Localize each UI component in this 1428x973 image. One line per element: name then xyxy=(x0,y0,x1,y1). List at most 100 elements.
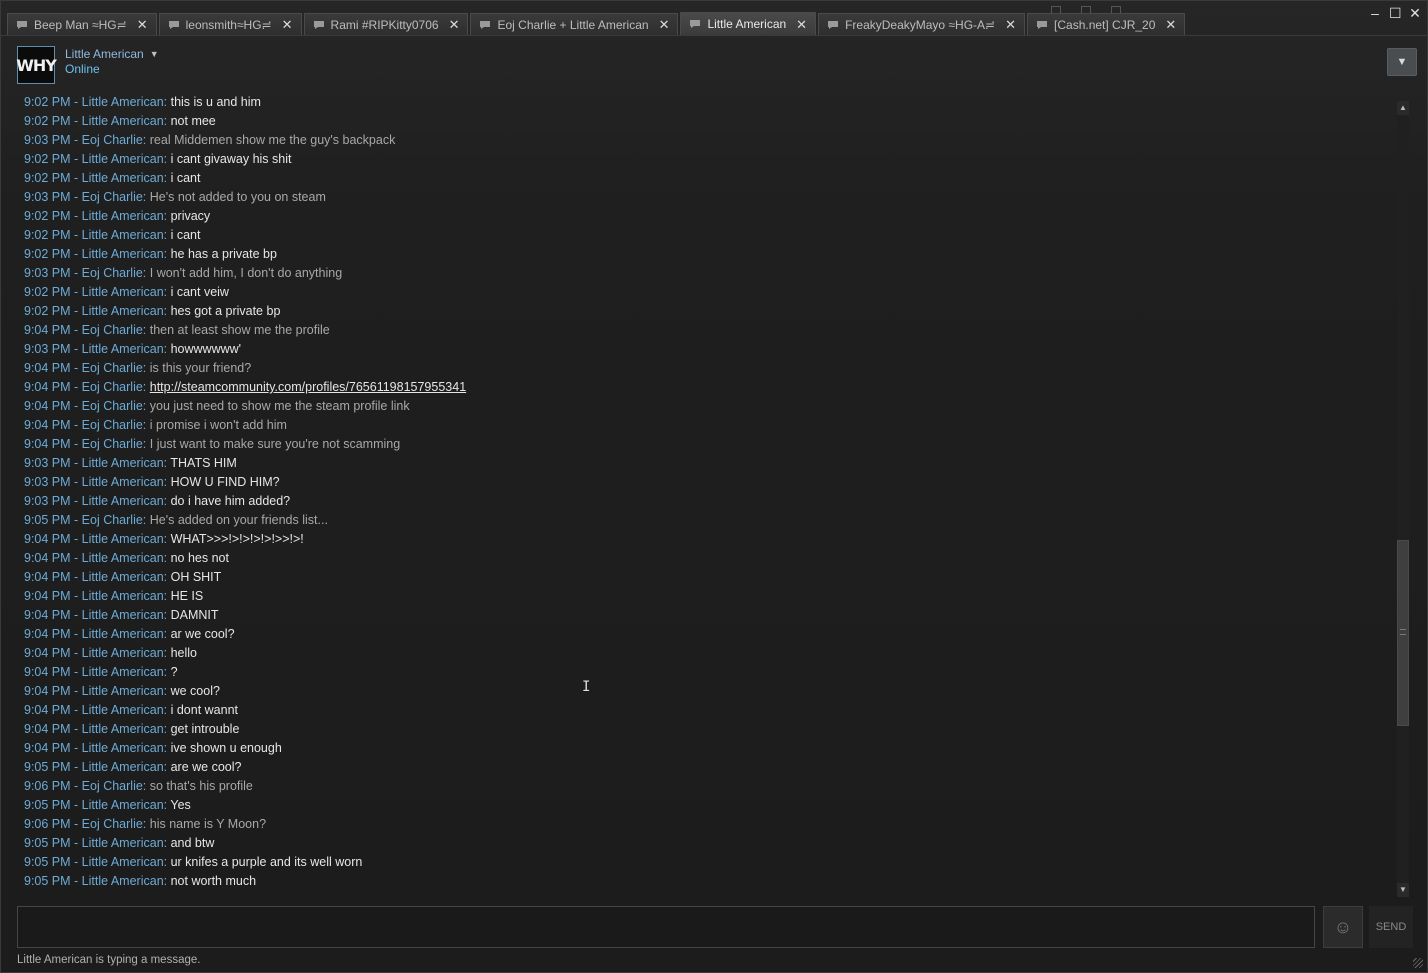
message-text: privacy xyxy=(170,209,211,223)
chat-message: 9:03 PM - Little American: THATS HIM xyxy=(17,454,1395,473)
minimize-button[interactable]: – xyxy=(1369,5,1381,22)
window-controls: – ☐ ✕ xyxy=(1369,5,1421,22)
maximize-button[interactable]: ☐ xyxy=(1389,5,1402,22)
close-tab-icon[interactable]: ✕ xyxy=(1165,18,1176,31)
chat-message: 9:03 PM - Little American: HOW U FIND HI… xyxy=(17,473,1395,492)
resize-grip-icon[interactable] xyxy=(1413,958,1423,968)
chat-message: 9:04 PM - Eoj Charlie: you just need to … xyxy=(17,397,1395,416)
chat-message: 9:04 PM - Little American: i dont wannt xyxy=(17,701,1395,720)
chat-tab[interactable]: Eoj Charlie + Little American ✕ xyxy=(470,13,679,35)
chat-log[interactable]: 9:02 PM - Little American: this is u and… xyxy=(17,93,1395,899)
chat-message: 9:03 PM - Eoj Charlie: I won't add him, … xyxy=(17,264,1395,283)
close-tab-icon[interactable]: ✕ xyxy=(659,18,670,31)
message-meta: 9:04 PM - Little American: xyxy=(24,665,171,679)
chat-message: 9:02 PM - Little American: privacy xyxy=(17,207,1395,226)
chat-tab-label: Little American xyxy=(707,17,787,31)
chat-tab[interactable]: Rami #RIPKitty0706 ✕ xyxy=(303,13,469,35)
message-text: his name is Y Moon? xyxy=(149,817,267,831)
message-meta: 9:04 PM - Eoj Charlie: xyxy=(24,380,150,394)
chat-message: 9:04 PM - Little American: ive shown u e… xyxy=(17,739,1395,758)
chat-message: 9:04 PM - Little American: no hes not xyxy=(17,549,1395,568)
chat-message: 9:04 PM - Eoj Charlie: i promise i won't… xyxy=(17,416,1395,435)
message-meta: 9:04 PM - Little American: xyxy=(24,608,171,622)
chat-tab-label: [Cash.net] CJR_20 xyxy=(1054,17,1156,32)
scroll-down-arrow-icon[interactable]: ▼ xyxy=(1397,883,1409,897)
chat-tab-label: leonsmith≈HG≓ xyxy=(185,17,272,32)
message-meta: 9:05 PM - Little American: xyxy=(24,836,171,850)
chat-message: 9:03 PM - Little American: do i have him… xyxy=(17,492,1395,511)
message-text: i cant xyxy=(170,171,201,185)
message-text: not worth much xyxy=(170,874,257,888)
chat-message: 9:04 PM - Little American: hello xyxy=(17,644,1395,663)
chat-message: 9:02 PM - Little American: this is u and… xyxy=(17,93,1395,112)
message-text: we cool? xyxy=(170,684,220,698)
close-tab-icon[interactable]: ✕ xyxy=(796,18,807,31)
message-text: i promise i won't add him xyxy=(149,418,287,432)
chat-message: 9:05 PM - Little American: ur knifes a p… xyxy=(17,853,1395,872)
chat-tab[interactable]: Beep Man ≈HG≓ ✕ xyxy=(7,13,157,35)
message-meta: 9:02 PM - Little American: xyxy=(24,209,171,223)
message-meta: 9:05 PM - Little American: xyxy=(24,855,171,869)
smiley-icon: ☺ xyxy=(1333,916,1353,937)
close-tab-icon[interactable]: ✕ xyxy=(137,18,148,31)
message-text: do i have him added? xyxy=(170,494,291,508)
chat-tab[interactable]: [Cash.net] CJR_20 ✕ xyxy=(1027,13,1186,35)
chat-scrollbar[interactable]: ▲ ▼ xyxy=(1397,101,1409,897)
chat-message: 9:04 PM - Eoj Charlie: is this your frie… xyxy=(17,359,1395,378)
message-input[interactable] xyxy=(17,906,1315,948)
message-text: not mee xyxy=(170,114,216,128)
message-meta: 9:03 PM - Little American: xyxy=(24,342,171,356)
message-text: get introuble xyxy=(170,722,240,736)
username-dropdown[interactable]: Little American ▼ xyxy=(65,47,159,61)
message-meta: 9:06 PM - Eoj Charlie: xyxy=(24,817,150,831)
chat-bubble-icon xyxy=(16,20,28,30)
close-tab-icon[interactable]: ✕ xyxy=(282,18,293,31)
chat-message: 9:04 PM - Eoj Charlie: I just want to ma… xyxy=(17,435,1395,454)
message-text: ? xyxy=(170,665,178,679)
message-meta: 9:05 PM - Eoj Charlie: xyxy=(24,513,150,527)
chat-message: 9:05 PM - Little American: are we cool? xyxy=(17,758,1395,777)
options-menu-button[interactable]: ▼ xyxy=(1387,48,1417,76)
chat-tab[interactable]: FreakyDeakyMayo ≈HG-A≓ ✕ xyxy=(818,13,1026,35)
message-meta: 9:03 PM - Eoj Charlie: xyxy=(24,133,150,147)
chat-message: 9:04 PM - Little American: OH SHIT xyxy=(17,568,1395,587)
emoticon-button[interactable]: ☺ xyxy=(1323,906,1363,948)
chat-tab-label: Eoj Charlie + Little American xyxy=(497,17,649,32)
chat-bubble-icon xyxy=(168,20,180,30)
close-tab-icon[interactable]: ✕ xyxy=(1005,18,1016,31)
chat-tab-label: Rami #RIPKitty0706 xyxy=(330,17,439,32)
scrollbar-thumb[interactable] xyxy=(1397,539,1409,726)
message-meta: 9:03 PM - Little American: xyxy=(24,475,171,489)
chat-message: 9:02 PM - Little American: he has a priv… xyxy=(17,245,1395,264)
user-info: Little American ▼ Online xyxy=(65,47,159,76)
avatar[interactable]: WHY xyxy=(16,46,57,84)
message-text: ive shown u enough xyxy=(170,741,282,755)
chat-message: 9:04 PM - Eoj Charlie: http://steamcommu… xyxy=(17,378,1395,397)
message-text: this is u and him xyxy=(170,95,261,109)
message-meta: 9:02 PM - Little American: xyxy=(24,285,171,299)
chat-message: 9:04 PM - Eoj Charlie: then at least sho… xyxy=(17,321,1395,340)
message-text: no hes not xyxy=(170,551,229,565)
chat-tab[interactable]: Little American ✕ xyxy=(680,12,817,35)
message-meta: 9:02 PM - Little American: xyxy=(24,95,171,109)
chat-message: 9:04 PM - Little American: WHAT>>>!>!>!>… xyxy=(17,530,1395,549)
chat-message: 9:06 PM - Eoj Charlie: so that's his pro… xyxy=(17,777,1395,796)
chat-message: 9:03 PM - Little American: howwwwww' xyxy=(17,340,1395,359)
message-meta: 9:04 PM - Little American: xyxy=(24,532,171,546)
chat-tab[interactable]: leonsmith≈HG≓ ✕ xyxy=(158,13,302,35)
close-tab-icon[interactable]: ✕ xyxy=(449,18,460,31)
chat-message: 9:04 PM - Little American: ar we cool? xyxy=(17,625,1395,644)
close-window-button[interactable]: ✕ xyxy=(1409,5,1421,22)
caret-down-icon: ▼ xyxy=(149,49,159,59)
message-text: HOW U FIND HIM? xyxy=(170,475,280,489)
send-button[interactable]: SEND xyxy=(1369,906,1413,948)
message-meta: 9:06 PM - Eoj Charlie: xyxy=(24,779,150,793)
scroll-up-arrow-icon[interactable]: ▲ xyxy=(1397,101,1409,115)
message-meta: 9:04 PM - Little American: xyxy=(24,741,171,755)
message-text: Yes xyxy=(170,798,191,812)
message-text: I just want to make sure you're not scam… xyxy=(149,437,401,451)
chat-bubble-icon xyxy=(827,20,839,30)
profile-link[interactable]: http://steamcommunity.com/profiles/76561… xyxy=(150,380,466,394)
chat-message: 9:06 PM - Eoj Charlie: his name is Y Moo… xyxy=(17,815,1395,834)
chat-message: 9:04 PM - Little American: DAMNIT xyxy=(17,606,1395,625)
